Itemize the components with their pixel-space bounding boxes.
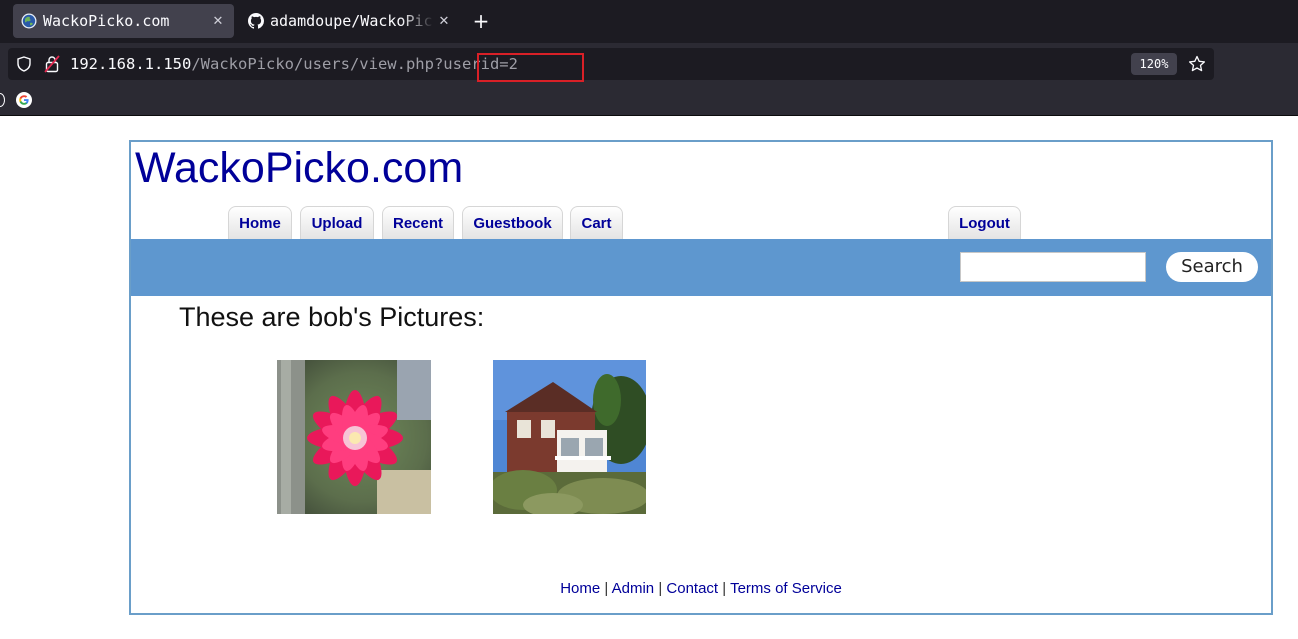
url-text[interactable]: 192.168.1.150/WackoPicko/users/view.php?…: [70, 55, 518, 73]
picture-thumbnail-house[interactable]: [493, 360, 646, 514]
nav-tab-upload[interactable]: Upload: [300, 206, 374, 240]
close-tab-icon[interactable]: ✕: [208, 14, 228, 29]
nav-tab-guestbook[interactable]: Guestbook: [462, 206, 563, 240]
url-host: 192.168.1.150: [70, 55, 192, 73]
bookmark-partial-icon[interactable]: [0, 93, 5, 107]
tab-title: adamdoupe/WackoPicko: [270, 12, 434, 30]
zoom-level-badge[interactable]: 120%: [1131, 53, 1177, 75]
github-icon: [248, 13, 264, 29]
nav-tab-home[interactable]: Home: [228, 206, 292, 240]
new-tab-plus-icon[interactable]: +: [470, 8, 492, 34]
insecure-lock-icon[interactable]: [44, 55, 60, 73]
page-heading: These are bob's Pictures:: [179, 302, 485, 332]
url-bar[interactable]: 192.168.1.150/WackoPicko/users/view.php?…: [8, 48, 1214, 82]
footer: Home | Admin | Contact | Terms of Servic…: [131, 580, 1271, 597]
navigation-toolbar: 192.168.1.150/WackoPicko/users/view.php?…: [0, 43, 1298, 87]
site-title[interactable]: WackoPicko.com: [135, 144, 463, 193]
page-container: WackoPicko.com Home Upload Recent Guestb…: [129, 140, 1273, 615]
close-tab-icon[interactable]: ✕: [434, 14, 454, 29]
bookmark-star-icon[interactable]: [1188, 55, 1206, 73]
nav-tab-logout[interactable]: Logout: [948, 206, 1021, 240]
footer-link-contact[interactable]: Contact: [666, 580, 718, 597]
tab-title: WackoPicko.com: [43, 12, 170, 30]
search-input[interactable]: [960, 252, 1146, 282]
tab-github[interactable]: adamdoupe/WackoPicko ✕: [240, 4, 460, 38]
nav-tab-recent[interactable]: Recent: [382, 206, 454, 240]
bookmarks-toolbar: [0, 87, 1298, 116]
search-button[interactable]: Search: [1166, 252, 1258, 282]
globe-icon: [21, 13, 37, 29]
url-path: /WackoPicko/users/view.php: [191, 55, 434, 73]
footer-link-home[interactable]: Home: [560, 580, 600, 597]
footer-separator: |: [604, 580, 609, 597]
search-bar: Search: [131, 239, 1271, 296]
tab-wackopicko[interactable]: WackoPicko.com ✕: [13, 4, 234, 38]
footer-link-admin[interactable]: Admin: [612, 580, 655, 597]
tracking-shield-icon[interactable]: [16, 56, 32, 72]
google-icon[interactable]: [16, 92, 32, 108]
picture-thumbnail-flower[interactable]: [277, 360, 431, 514]
footer-link-terms[interactable]: Terms of Service: [730, 580, 842, 597]
nav-tab-cart[interactable]: Cart: [570, 206, 623, 240]
url-query-highlight-box: [477, 53, 584, 82]
footer-separator: |: [658, 580, 663, 597]
tab-bar: WackoPicko.com ✕ adamdoupe/WackoPicko ✕ …: [0, 0, 1298, 43]
footer-separator: |: [722, 580, 727, 597]
